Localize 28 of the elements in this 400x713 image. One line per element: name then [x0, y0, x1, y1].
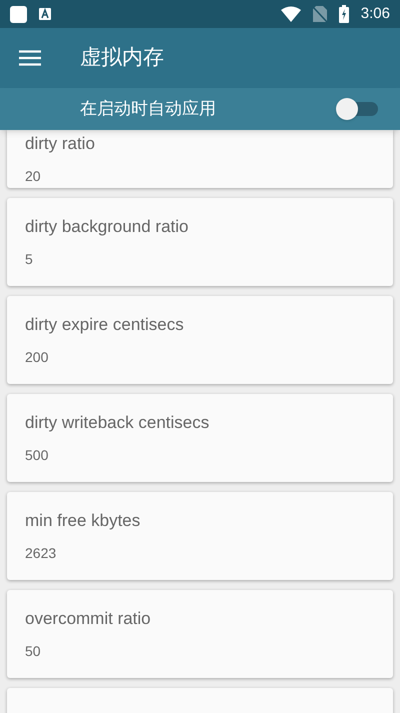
apply-on-boot-label: 在启动时自动应用 [80, 98, 217, 120]
setting-value: 2623 [25, 544, 58, 564]
setting-value: 50 [25, 642, 42, 662]
setting-card[interactable]: dirty expire centisecs 200 [7, 296, 393, 384]
setting-card[interactable]: overcommit ratio 50 [7, 590, 393, 678]
setting-value: 5 [25, 250, 34, 270]
setting-value: 20 [25, 167, 42, 186]
setting-card[interactable]: dirty background ratio 5 [7, 198, 393, 286]
setting-name: dirty expire centisecs [25, 314, 185, 336]
apply-on-boot-switch[interactable] [336, 97, 380, 121]
setting-name: dirty ratio [25, 132, 96, 155]
keyboard-icon [39, 8, 51, 20]
setting-card[interactable]: dirty ratio 20 [7, 130, 393, 188]
setting-card[interactable]: dirty writeback centisecs 500 [7, 394, 393, 482]
setting-name: dirty writeback centisecs [25, 412, 210, 434]
battery-charging-icon [338, 5, 349, 23]
setting-name: overcommit ratio [25, 608, 152, 630]
app-title: 虚拟内存 [80, 45, 164, 72]
clock: 3:06 [360, 4, 390, 24]
setting-value: 500 [25, 446, 50, 466]
notification-icon [10, 6, 27, 22]
no-sim-icon [312, 6, 327, 22]
wifi-icon [280, 6, 301, 22]
setting-name: min free kbytes [25, 510, 142, 532]
setting-card[interactable]: min free kbytes 2623 [7, 492, 393, 580]
setting-value: 200 [25, 348, 50, 368]
setting-name: dirty background ratio [25, 216, 190, 238]
menu-icon [19, 50, 41, 66]
